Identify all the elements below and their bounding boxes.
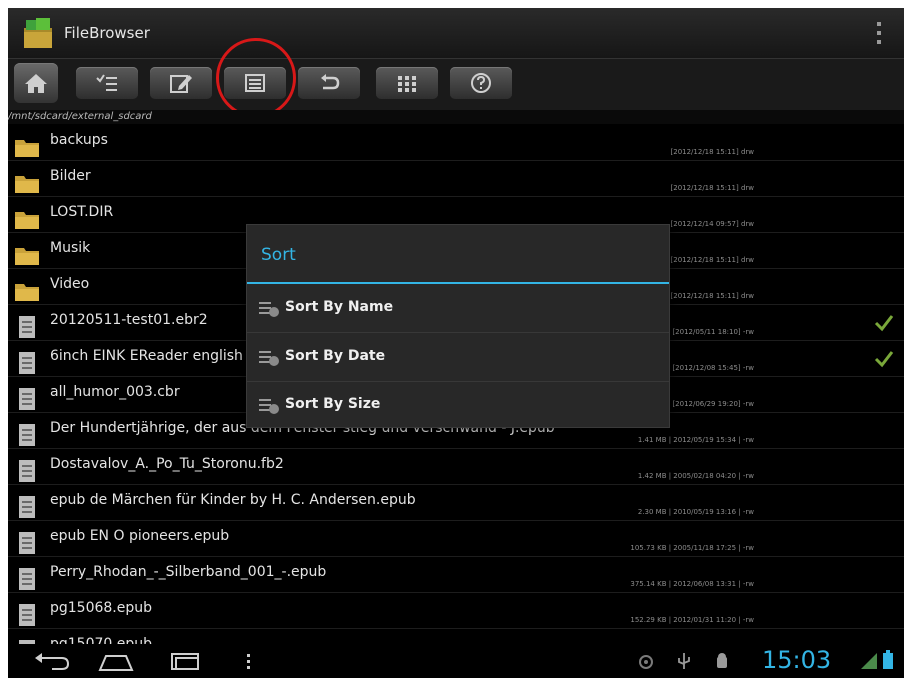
android-debug-icon bbox=[717, 653, 727, 668]
overflow-menu-icon[interactable] bbox=[876, 22, 882, 44]
file-name: Dostavalov_A._Po_Tu_Storonu.fb2 bbox=[50, 456, 284, 472]
file-name: Video bbox=[50, 276, 90, 292]
help-button[interactable] bbox=[450, 67, 512, 99]
checklist-icon bbox=[96, 74, 117, 91]
file-meta: 1.41 MB | 2012/05/19 15:34 | -rw bbox=[637, 436, 754, 444]
file-meta: 152.29 KB | 2012/01/31 11:20 | -rw bbox=[630, 616, 754, 624]
file-row[interactable]: Perry_Rhodan_-_Silberband_001_-.epub 375.… bbox=[8, 556, 904, 593]
file-meta: [2012/12/18 15:11] drw bbox=[670, 292, 754, 300]
file-icon bbox=[19, 424, 35, 446]
file-name: all_humor_003.cbr bbox=[50, 384, 180, 400]
action-bar: FileBrowser bbox=[8, 8, 904, 59]
edit-button[interactable] bbox=[150, 67, 212, 99]
clock: 15:03 bbox=[762, 646, 832, 674]
path-breadcrumb: /mnt/sdcard/external_sdcard bbox=[8, 110, 904, 124]
back-button[interactable] bbox=[298, 67, 360, 99]
file-name: Bilder bbox=[50, 168, 91, 184]
file-name: Musik bbox=[50, 240, 91, 256]
home-button[interactable] bbox=[14, 63, 58, 103]
target-icon bbox=[639, 655, 653, 669]
file-meta: [2012/12/18 15:11] drw bbox=[670, 148, 754, 156]
folder-icon bbox=[15, 284, 39, 301]
file-row[interactable]: Dostavalov_A._Po_Tu_Storonu.fb2 1.42 MB |… bbox=[8, 448, 904, 485]
signal-icon bbox=[861, 653, 877, 669]
file-name: pg15068.epub bbox=[50, 600, 153, 616]
file-meta: [2012/12/14 09:57] drw bbox=[670, 220, 754, 228]
app-folder-icon bbox=[24, 18, 52, 48]
file-icon bbox=[19, 388, 35, 410]
sort-option-label: Sort By Date bbox=[285, 348, 386, 364]
home-icon[interactable] bbox=[96, 650, 136, 672]
file-name: epub EN O pioneers.epub bbox=[50, 528, 230, 544]
toolbar bbox=[8, 59, 904, 111]
app-title: FileBrowser bbox=[64, 24, 150, 42]
file-name: 20120511-test01.ebr2 bbox=[50, 312, 208, 328]
sort-dialog: Sort Sort By Name Sort By Date Sort By S… bbox=[246, 224, 670, 428]
file-name: Perry_Rhodan_-_Silberband_001_-.epub bbox=[50, 564, 327, 580]
sort-icon bbox=[259, 302, 279, 317]
folder-icon bbox=[15, 176, 39, 193]
checkmark-icon bbox=[874, 351, 894, 368]
file-meta: [2012/06/29 19:20] -rw bbox=[672, 400, 754, 408]
file-row[interactable]: pg15068.epub 152.29 KB | 2012/01/31 11:20… bbox=[8, 592, 904, 629]
file-meta: [2012/12/18 15:11] drw bbox=[670, 184, 754, 192]
sort-icon bbox=[259, 399, 279, 414]
sort-by-date-option[interactable]: Sort By Date bbox=[247, 333, 669, 382]
battery-icon bbox=[883, 650, 893, 669]
file-meta: 105.73 KB | 2005/11/18 17:25 | -rw bbox=[630, 544, 754, 552]
home-icon bbox=[25, 74, 47, 93]
folder-row[interactable]: backups [2012/12/18 15:11] drw bbox=[8, 124, 904, 161]
file-name: backups bbox=[50, 132, 108, 148]
usb-icon bbox=[678, 653, 690, 669]
file-meta: [2012/05/11 18:10] -rw bbox=[672, 328, 754, 336]
help-icon bbox=[471, 73, 491, 93]
file-row[interactable]: epub EN O pioneers.epub 105.73 KB | 2005/… bbox=[8, 520, 904, 557]
file-icon bbox=[19, 604, 35, 626]
system-nav-bar: 15:03 bbox=[8, 644, 904, 678]
multi-select-button[interactable] bbox=[76, 67, 138, 99]
edit-icon bbox=[170, 75, 192, 93]
back-icon[interactable] bbox=[32, 650, 72, 672]
sort-option-label: Sort By Name bbox=[285, 299, 394, 315]
file-icon bbox=[19, 568, 35, 590]
file-icon bbox=[19, 316, 35, 338]
grid-view-button[interactable] bbox=[376, 67, 438, 99]
file-meta: 375.14 KB | 2012/06/08 13:31 | -rw bbox=[630, 580, 754, 588]
sort-option-label: Sort By Size bbox=[285, 396, 381, 412]
folder-row[interactable]: Bilder [2012/12/18 15:11] drw bbox=[8, 160, 904, 197]
file-icon bbox=[19, 460, 35, 482]
file-name: 6inch EINK EReader english bbox=[50, 348, 243, 364]
file-meta: 2.30 MB | 2010/05/19 13:16 | -rw bbox=[637, 508, 754, 516]
file-name: epub de Märchen für Kinder by H. C. Ande… bbox=[50, 492, 416, 508]
file-meta: 1.42 MB | 2005/02/18 04:20 | -rw bbox=[637, 472, 754, 480]
file-icon bbox=[19, 352, 35, 374]
recent-apps-icon[interactable] bbox=[166, 650, 206, 672]
file-name: LOST.DIR bbox=[50, 204, 114, 220]
file-meta: [2012/12/18 15:11] drw bbox=[670, 256, 754, 264]
android-screen: FileBrowser /mnt/sdcard/external_sdcard … bbox=[8, 8, 904, 678]
file-meta: [2012/12/08 15:45] -rw bbox=[672, 364, 754, 372]
grid-icon bbox=[398, 76, 416, 92]
sort-button[interactable] bbox=[224, 67, 286, 99]
sort-by-size-option[interactable]: Sort By Size bbox=[247, 381, 669, 429]
sort-by-name-option[interactable]: Sort By Name bbox=[247, 284, 669, 333]
file-icon bbox=[19, 496, 35, 518]
sort-dialog-title: Sort bbox=[261, 245, 296, 265]
sort-icon bbox=[259, 351, 279, 366]
file-icon bbox=[19, 532, 35, 554]
folder-icon bbox=[15, 140, 39, 157]
checkmark-icon bbox=[874, 315, 894, 332]
folder-icon bbox=[15, 248, 39, 265]
list-icon bbox=[245, 74, 265, 92]
menu-icon[interactable] bbox=[244, 650, 254, 672]
file-row[interactable]: epub de Märchen für Kinder by H. C. Ande… bbox=[8, 484, 904, 521]
undo-icon bbox=[321, 74, 340, 90]
folder-icon bbox=[15, 212, 39, 229]
